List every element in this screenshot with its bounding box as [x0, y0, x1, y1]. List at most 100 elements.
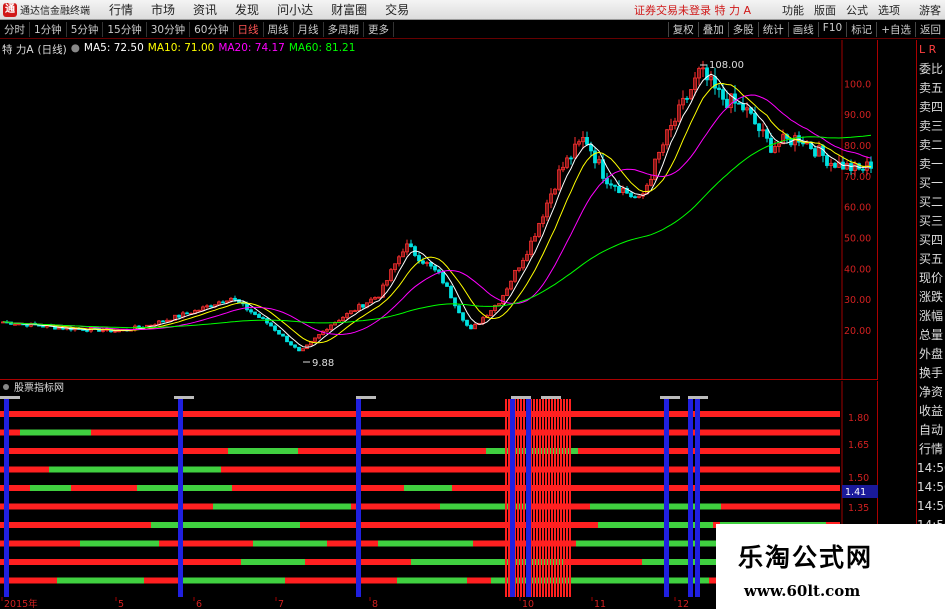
- candle-body: [245, 303, 249, 311]
- side-item[interactable]: 卖三: [917, 117, 945, 136]
- candle-body: [177, 314, 181, 318]
- candle-body: [221, 301, 225, 304]
- candle-body: [849, 163, 853, 171]
- period-multi[interactable]: 多周期: [324, 22, 364, 37]
- side-item[interactable]: 外盘: [917, 345, 945, 364]
- candle-body: [209, 305, 213, 308]
- candle-body: [629, 192, 633, 198]
- state-bar-green: [590, 503, 652, 510]
- ma60-line: [2, 134, 872, 329]
- candle-body: [297, 346, 301, 352]
- side-item[interactable]: 涨幅: [917, 307, 945, 326]
- signal-column-blue: [356, 399, 361, 597]
- signal-column-blue: [526, 399, 531, 597]
- signal-column-red: [551, 399, 553, 597]
- y-tick-label: 40.00: [844, 264, 871, 275]
- side-item[interactable]: 卖五: [917, 79, 945, 98]
- side-item[interactable]: 自动: [917, 421, 945, 440]
- side-item[interactable]: 买一: [917, 174, 945, 193]
- menu-market[interactable]: 市场: [151, 1, 175, 18]
- state-bar-green: [397, 577, 467, 584]
- kline-chart[interactable]: 100.0 90.00 80.00 70.00 60.00 50.00 40.00 30.00…: [0, 40, 878, 380]
- period-30min[interactable]: 30分钟: [147, 22, 191, 37]
- period-15min[interactable]: 15分钟: [103, 22, 147, 37]
- state-bar-green: [61, 577, 144, 584]
- period-monthly[interactable]: 月线: [294, 22, 324, 37]
- tool-add-watch[interactable]: +自选: [876, 22, 915, 37]
- side-item[interactable]: 行情: [917, 440, 945, 459]
- state-bar-red: [0, 429, 840, 436]
- guest-label[interactable]: 游客: [919, 2, 941, 18]
- side-item[interactable]: 买三: [917, 212, 945, 231]
- side-item[interactable]: 14:50: [917, 459, 945, 478]
- x-tick-label: 7: [278, 599, 284, 609]
- period-1min[interactable]: 1分钟: [30, 22, 67, 37]
- side-item[interactable]: 买五: [917, 250, 945, 269]
- menu-function[interactable]: 功能: [782, 2, 804, 18]
- menu-layout[interactable]: 版面: [814, 2, 836, 18]
- indicator-current: 1.41: [845, 487, 866, 498]
- state-bar-red: [0, 448, 840, 454]
- side-item[interactable]: 委比: [917, 60, 945, 79]
- state-bar-green: [241, 559, 305, 565]
- candle-body: [613, 184, 617, 187]
- tool-back[interactable]: 返回: [915, 22, 945, 37]
- signal-column-red: [508, 399, 510, 597]
- state-bar-green: [228, 448, 298, 454]
- watermark-url: www.60lt.com: [744, 582, 861, 600]
- indicator-settings-icon: [3, 384, 9, 390]
- signal-column-blue: [664, 399, 669, 597]
- state-bar-green: [576, 540, 657, 547]
- candle-body: [289, 341, 293, 346]
- period-5min[interactable]: 5分钟: [67, 22, 104, 37]
- menu-trade[interactable]: 交易: [385, 1, 409, 18]
- side-item[interactable]: 净资: [917, 383, 945, 402]
- menu-options[interactable]: 选项: [878, 2, 900, 18]
- side-head[interactable]: L R: [917, 40, 945, 60]
- period-weekly[interactable]: 周线: [264, 22, 294, 37]
- menu-news[interactable]: 资讯: [193, 1, 217, 18]
- candle-body: [825, 155, 829, 166]
- menu-wealth[interactable]: 财富圈: [331, 1, 367, 18]
- side-item[interactable]: 卖二: [917, 136, 945, 155]
- side-item[interactable]: 卖四: [917, 98, 945, 117]
- menu-formula[interactable]: 公式: [846, 2, 868, 18]
- tool-adjust[interactable]: 复权: [667, 22, 698, 37]
- signal-column-blue: [695, 399, 700, 597]
- menu-ask[interactable]: 问小达: [277, 1, 313, 18]
- period-timeshare[interactable]: 分时: [0, 22, 30, 37]
- signal-column-red: [560, 399, 562, 597]
- tool-overlay[interactable]: 叠加: [697, 22, 728, 37]
- menu-quotes[interactable]: 行情: [109, 1, 133, 18]
- candle-body: [265, 318, 269, 324]
- period-more[interactable]: 更多: [364, 22, 394, 37]
- signal-column-red: [539, 399, 541, 597]
- candle-body: [441, 271, 445, 284]
- candle-body: [457, 305, 461, 314]
- side-item[interactable]: 买二: [917, 193, 945, 212]
- side-item[interactable]: 14:50: [917, 497, 945, 516]
- tool-f10[interactable]: F10: [817, 22, 846, 37]
- tool-mark[interactable]: 标记: [846, 22, 876, 37]
- side-item[interactable]: 换手: [917, 364, 945, 383]
- candle-body: [585, 137, 589, 145]
- side-item[interactable]: 涨跌: [917, 288, 945, 307]
- x-tick-label: 11: [594, 599, 606, 609]
- candle-body: [449, 286, 453, 299]
- login-warning[interactable]: 证券交易未登录 特 力 A: [634, 2, 751, 18]
- side-item[interactable]: 收益: [917, 402, 945, 421]
- period-60min[interactable]: 60分钟: [190, 22, 234, 37]
- y-tick-label: 50.00: [844, 234, 871, 245]
- menu-discover[interactable]: 发现: [235, 1, 259, 18]
- settings-dot-icon[interactable]: ●: [71, 42, 80, 57]
- side-item[interactable]: 现价: [917, 269, 945, 288]
- tool-draw[interactable]: 画线: [787, 22, 818, 37]
- side-item[interactable]: 卖一: [917, 155, 945, 174]
- side-item[interactable]: 14:50: [917, 478, 945, 497]
- tool-multi-stock[interactable]: 多股: [727, 22, 758, 37]
- state-bar-green: [253, 540, 327, 547]
- side-item[interactable]: 买四: [917, 231, 945, 250]
- period-daily[interactable]: 日线: [234, 22, 264, 37]
- side-item[interactable]: 总量: [917, 326, 945, 345]
- tool-stats[interactable]: 统计: [757, 22, 788, 37]
